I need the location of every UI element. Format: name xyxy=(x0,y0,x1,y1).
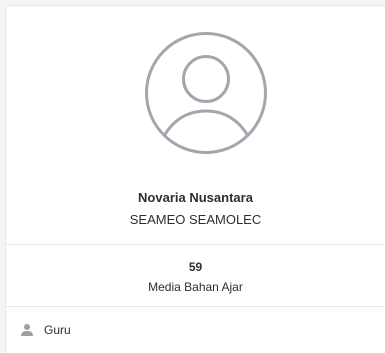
profile-organization: SEAMEO SEAMOLEC xyxy=(129,212,262,227)
role-label: Guru xyxy=(44,323,71,337)
user-avatar-icon xyxy=(145,32,267,154)
media-count: 59 xyxy=(188,260,203,274)
user-icon xyxy=(21,324,33,336)
role-row: Guru xyxy=(20,321,71,339)
profile-card: Novaria Nusantara SEAMEO SEAMOLEC 59 Med… xyxy=(5,5,385,353)
divider xyxy=(6,244,385,245)
profile-name: Novaria Nusantara xyxy=(138,190,253,205)
media-count-label: Media Bahan Ajar xyxy=(148,280,243,294)
divider xyxy=(6,306,385,307)
